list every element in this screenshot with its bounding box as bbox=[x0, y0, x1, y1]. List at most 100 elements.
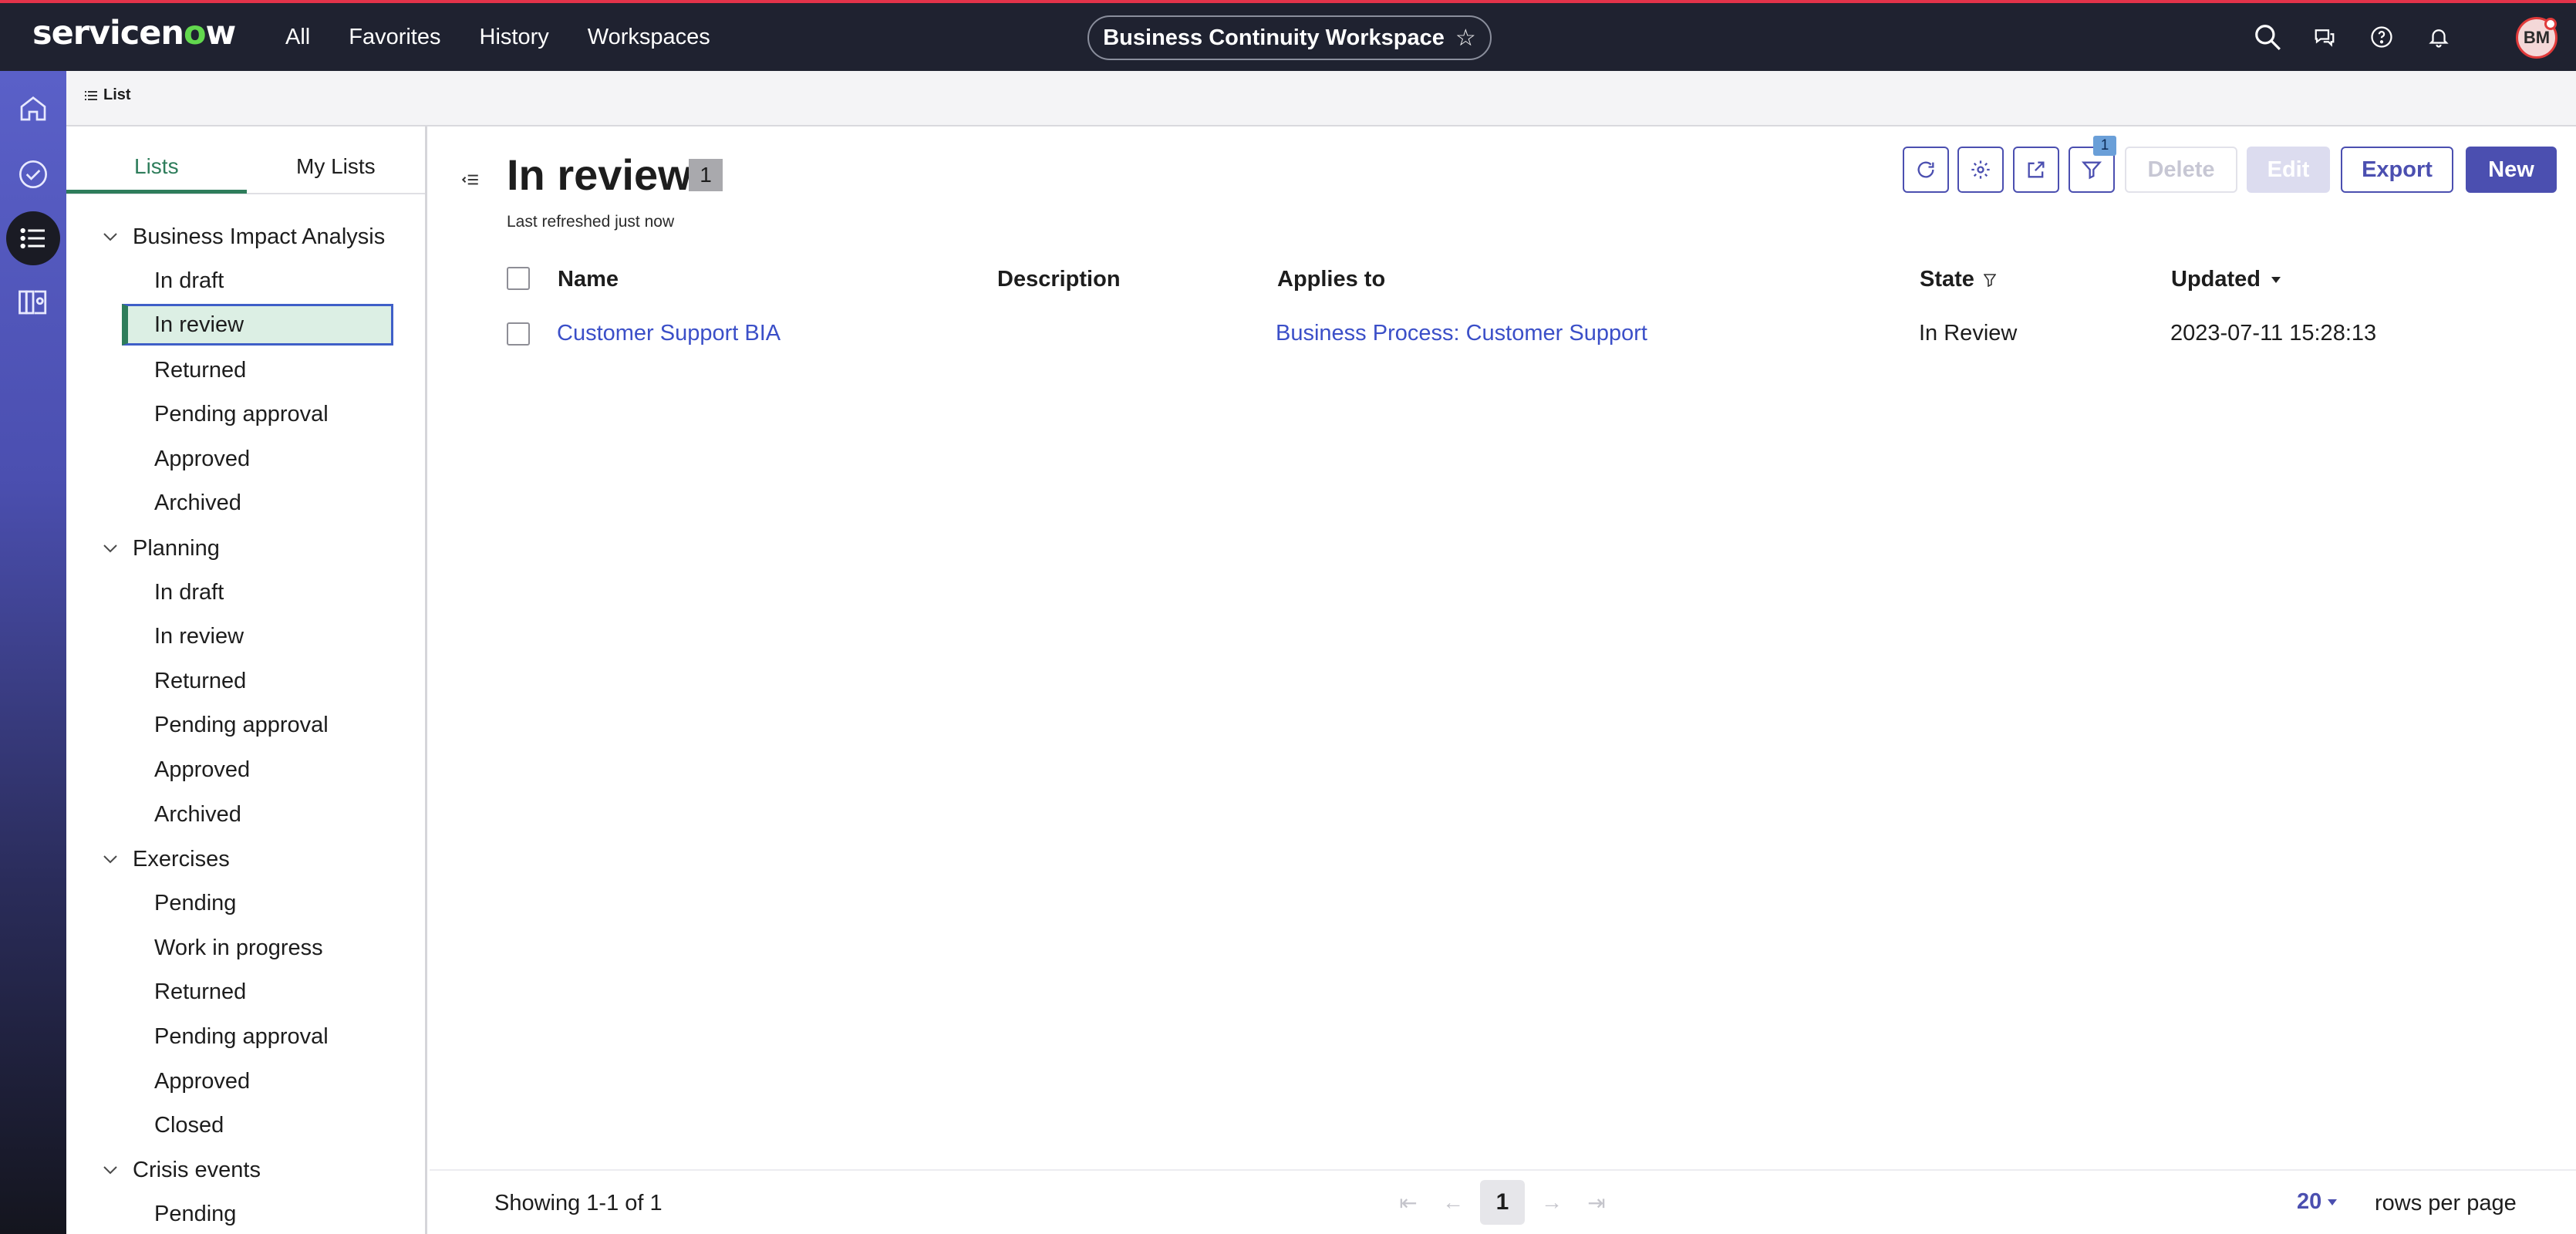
workspace-title-pill[interactable]: Business Continuity Workspace ☆ bbox=[1087, 15, 1492, 60]
group-planning[interactable]: Planning bbox=[66, 526, 425, 571]
list-item-exercises-returned[interactable]: Returned bbox=[122, 971, 393, 1013]
servicenow-logo[interactable]: servicenow bbox=[32, 14, 236, 52]
active-tab-underline bbox=[66, 190, 247, 194]
list-main-area: In review 1 Last refreshed just now 1 De… bbox=[430, 126, 2576, 1234]
group-label: Planning bbox=[133, 535, 220, 561]
search-icon[interactable] bbox=[2252, 22, 2283, 52]
nav-all[interactable]: All bbox=[285, 25, 310, 50]
nav-history[interactable]: History bbox=[480, 25, 549, 50]
chevron-down-icon[interactable] bbox=[102, 540, 119, 557]
user-avatar[interactable]: BM bbox=[2516, 17, 2557, 59]
top-navigation-bar: servicenow All Favorites History Workspa… bbox=[0, 0, 2576, 71]
gear-icon bbox=[1971, 160, 1990, 179]
group-label: Business Impact Analysis bbox=[133, 224, 386, 249]
group-crisis-events[interactable]: Crisis events bbox=[66, 1148, 425, 1192]
favorite-star-icon[interactable]: ☆ bbox=[1455, 25, 1476, 52]
tab-list-label: List bbox=[103, 86, 131, 103]
column-header-description[interactable]: Description bbox=[997, 267, 1121, 292]
delete-button[interactable]: Delete bbox=[2125, 147, 2237, 193]
top-nav: All Favorites History Workspaces bbox=[285, 3, 710, 71]
workspace-tab-strip: List bbox=[66, 71, 2576, 126]
list-settings-button[interactable] bbox=[1957, 147, 2004, 193]
chat-icon[interactable] bbox=[2309, 22, 2340, 52]
checkmark-circle-icon[interactable] bbox=[12, 153, 55, 196]
sort-descending-icon[interactable] bbox=[2270, 275, 2282, 285]
list-item-exercises-pending[interactable]: Pending bbox=[122, 882, 393, 924]
new-button[interactable]: New bbox=[2466, 147, 2557, 193]
tab-my-lists[interactable]: My Lists bbox=[296, 154, 376, 179]
list-item-bia-in-review[interactable]: In review bbox=[122, 304, 393, 346]
list-item-planning-archived[interactable]: Archived bbox=[122, 794, 393, 835]
rows-per-page-value: 20 bbox=[2297, 1189, 2322, 1214]
notifications-bell-icon[interactable] bbox=[2423, 22, 2454, 52]
next-page-icon[interactable]: → bbox=[1529, 1180, 1574, 1225]
list-item-planning-returned[interactable]: Returned bbox=[122, 660, 393, 702]
share-button[interactable] bbox=[2013, 147, 2059, 193]
list-item-bia-pending-approval[interactable]: Pending approval bbox=[122, 393, 393, 435]
list-item-exercises-approved[interactable]: Approved bbox=[122, 1060, 393, 1102]
list-item-bia-in-draft[interactable]: In draft bbox=[122, 260, 393, 302]
list-item-planning-in-draft[interactable]: In draft bbox=[122, 571, 393, 613]
map-book-icon[interactable] bbox=[12, 281, 55, 324]
select-all-checkbox[interactable] bbox=[507, 267, 530, 290]
list-item-bia-returned[interactable]: Returned bbox=[122, 349, 393, 391]
list-item-bia-approved[interactable]: Approved bbox=[122, 438, 393, 480]
chevron-down-icon[interactable] bbox=[102, 228, 119, 245]
workspace-title: Business Continuity Workspace bbox=[1103, 25, 1445, 50]
refresh-button[interactable] bbox=[1903, 147, 1949, 193]
record-name-link[interactable]: Customer Support BIA bbox=[557, 321, 781, 346]
record-state: In Review bbox=[1919, 321, 2018, 346]
chevron-down-icon[interactable] bbox=[102, 1162, 119, 1178]
left-rail bbox=[0, 71, 66, 1234]
page-title: In review bbox=[507, 150, 692, 199]
column-header-applies-to[interactable]: Applies to bbox=[1277, 267, 1385, 292]
column-header-state[interactable]: State bbox=[1920, 267, 1996, 292]
list-item-exercises-pending-approval[interactable]: Pending approval bbox=[122, 1016, 393, 1057]
rows-per-page-select[interactable]: 20 bbox=[2297, 1189, 2338, 1215]
nav-favorites[interactable]: Favorites bbox=[349, 25, 440, 50]
lists-tabs: Lists My Lists bbox=[66, 126, 425, 194]
group-exercises[interactable]: Exercises bbox=[66, 837, 425, 882]
list-item-exercises-closed[interactable]: Closed bbox=[122, 1104, 393, 1146]
group-label: Exercises bbox=[133, 846, 230, 872]
filter-count-badge: 1 bbox=[2093, 136, 2116, 156]
filter-funnel-icon bbox=[2081, 161, 2102, 180]
column-header-updated[interactable]: Updated bbox=[2171, 267, 2282, 292]
rows-per-page-label: rows per page bbox=[2375, 1191, 2517, 1215]
group-business-impact-analysis[interactable]: Business Impact Analysis bbox=[66, 214, 425, 259]
row-checkbox[interactable] bbox=[507, 322, 530, 346]
lists-sidebar: Lists My Lists Business Impact Analysis … bbox=[66, 126, 427, 1234]
list-item-planning-in-review[interactable]: In review bbox=[122, 615, 393, 657]
list-item-planning-pending-approval[interactable]: Pending approval bbox=[122, 704, 393, 746]
tab-list[interactable]: List bbox=[85, 86, 131, 104]
current-page-button[interactable]: 1 bbox=[1480, 1180, 1525, 1225]
home-icon[interactable] bbox=[12, 86, 55, 130]
group-label: Crisis events bbox=[133, 1157, 261, 1182]
column-filter-icon[interactable] bbox=[1983, 273, 1996, 287]
export-button[interactable]: Export bbox=[2341, 147, 2453, 193]
nav-workspaces[interactable]: Workspaces bbox=[588, 25, 710, 50]
tab-lists[interactable]: Lists bbox=[134, 154, 179, 179]
pagination: ⇤ ← 1 → ⇥ bbox=[1386, 1180, 1619, 1225]
top-icons bbox=[2252, 3, 2454, 71]
list-item-planning-approved[interactable]: Approved bbox=[122, 749, 393, 791]
avatar-status-dot bbox=[2544, 18, 2557, 30]
applies-to-link[interactable]: Business Process: Customer Support bbox=[1276, 321, 1647, 346]
avatar-initials: BM bbox=[2523, 28, 2551, 47]
list-small-icon bbox=[85, 90, 97, 100]
chevron-down-icon[interactable] bbox=[102, 851, 119, 868]
list-icon[interactable] bbox=[6, 211, 60, 265]
last-page-icon[interactable]: ⇥ bbox=[1574, 1180, 1619, 1225]
list-item-exercises-work-in-progress[interactable]: Work in progress bbox=[122, 927, 393, 969]
share-icon bbox=[2028, 161, 2045, 178]
first-page-icon[interactable]: ⇤ bbox=[1386, 1180, 1431, 1225]
refresh-icon bbox=[1917, 161, 1934, 178]
edit-button[interactable]: Edit bbox=[2247, 147, 2330, 193]
collapse-panel-icon[interactable] bbox=[460, 170, 480, 194]
help-icon[interactable] bbox=[2366, 22, 2397, 52]
list-item-crisis-pending[interactable]: Pending bbox=[122, 1193, 393, 1234]
column-header-name[interactable]: Name bbox=[558, 267, 619, 292]
list-item-bia-archived[interactable]: Archived bbox=[122, 482, 393, 524]
previous-page-icon[interactable]: ← bbox=[1431, 1180, 1475, 1225]
showing-count-text: Showing 1-1 of 1 bbox=[494, 1191, 663, 1215]
